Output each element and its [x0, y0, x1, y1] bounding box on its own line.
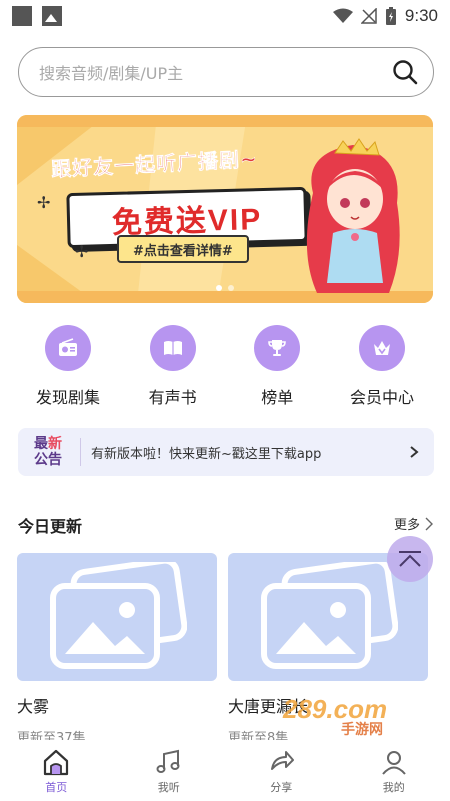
category-icon-circle [254, 325, 301, 371]
radio-icon [59, 338, 77, 356]
category-label: 榜单 [261, 388, 294, 407]
image-placeholder-icon [50, 562, 187, 669]
notification-icon [12, 6, 32, 26]
home-icon [44, 749, 69, 775]
category-ranking[interactable]: 榜单 [227, 325, 327, 408]
category-icon-circle [358, 325, 405, 371]
nav-label: 分享 [270, 780, 293, 794]
image-placeholder-icon [261, 562, 398, 669]
trophy-icon [268, 340, 287, 356]
music-note-icon [156, 749, 180, 773]
more-label: 更多 [393, 518, 420, 533]
announcement-text: 有新版本啦！快来更新~戳这里下载app [91, 446, 322, 462]
search-bar[interactable]: 搜索音频/剧集/UP主 [18, 47, 434, 97]
card-thumbnail [17, 553, 217, 681]
chevron-up-icon [399, 551, 421, 567]
section-title: 今日更新 [18, 517, 83, 536]
anime-girl-illustration [306, 138, 400, 293]
banner-pagination [17, 285, 433, 291]
nav-label: 我的 [382, 780, 405, 794]
battery-icon [385, 7, 396, 25]
sparkle-icon: ✢ [37, 193, 51, 212]
no-signal-icon [360, 8, 377, 24]
category-icon-circle [45, 325, 91, 371]
category-label: 发现剧集 [35, 388, 100, 407]
announcement-badge-bottom: 公告 [34, 452, 62, 468]
wifi-icon [332, 8, 353, 23]
clock: 9:30 [404, 6, 438, 25]
category-label: 会员中心 [349, 388, 414, 407]
category-discover[interactable]: 发现剧集 [18, 325, 118, 408]
status-left [12, 6, 62, 26]
promo-banner[interactable]: 跟好友一起听广播剧~ 免费送VIP #点击查看详情# ✢ ✢ [17, 115, 433, 303]
share-icon [271, 750, 295, 770]
profile-icon [381, 750, 406, 775]
nav-label: 首页 [45, 780, 68, 794]
pagination-dot[interactable] [228, 285, 234, 291]
book-icon [163, 341, 182, 355]
watermark-logo: 289.com 手游网 [283, 694, 387, 739]
status-bar: 9:30 [0, 0, 450, 32]
nav-listen[interactable]: 我听 [129, 747, 209, 795]
status-right: 9:30 [332, 6, 438, 26]
search-input[interactable]: 搜索音频/剧集/UP主 [39, 60, 391, 84]
announcement-badge-top: 最新 [34, 436, 74, 452]
nav-profile[interactable]: 我的 [354, 747, 434, 795]
watermark-sub: 手游网 [341, 721, 383, 737]
category-icon-circle [149, 325, 196, 371]
nav-home[interactable]: 首页 [16, 747, 96, 795]
pagination-dot[interactable] [216, 285, 222, 291]
category-vip-center[interactable]: 会员中心 [332, 325, 432, 408]
category-label: 有声书 [148, 388, 197, 407]
announcement-bar[interactable]: 最新 公告 有新版本啦！快来更新~戳这里下载app [18, 428, 434, 476]
bottom-navigation: 首页 我听 分享 我的 [0, 740, 450, 801]
more-link[interactable]: 更多 [394, 514, 434, 533]
chevron-right-icon [425, 517, 433, 530]
nav-label: 我听 [157, 780, 180, 794]
category-row: 发现剧集 有声书 榜单 会员中心 [18, 325, 432, 408]
nav-share[interactable]: 分享 [241, 747, 321, 795]
announcement-badge: 最新 公告 [34, 436, 74, 468]
search-icon[interactable] [391, 58, 419, 86]
scroll-to-top-button[interactable] [387, 536, 433, 582]
banner-tag: #点击查看详情# [117, 235, 249, 263]
chevron-right-icon [410, 446, 419, 458]
drama-card[interactable]: 大雾 更新至37集 [17, 553, 217, 746]
sparkle-icon: ✢ [75, 242, 89, 261]
vip-crown-icon [373, 341, 390, 355]
badge-char-a: 最 [34, 436, 48, 452]
divider [80, 438, 81, 466]
badge-char-b: 新 [48, 436, 62, 452]
category-audiobook[interactable]: 有声书 [123, 325, 223, 408]
card-title: 大雾 [17, 697, 50, 716]
image-notification-icon [42, 6, 62, 26]
